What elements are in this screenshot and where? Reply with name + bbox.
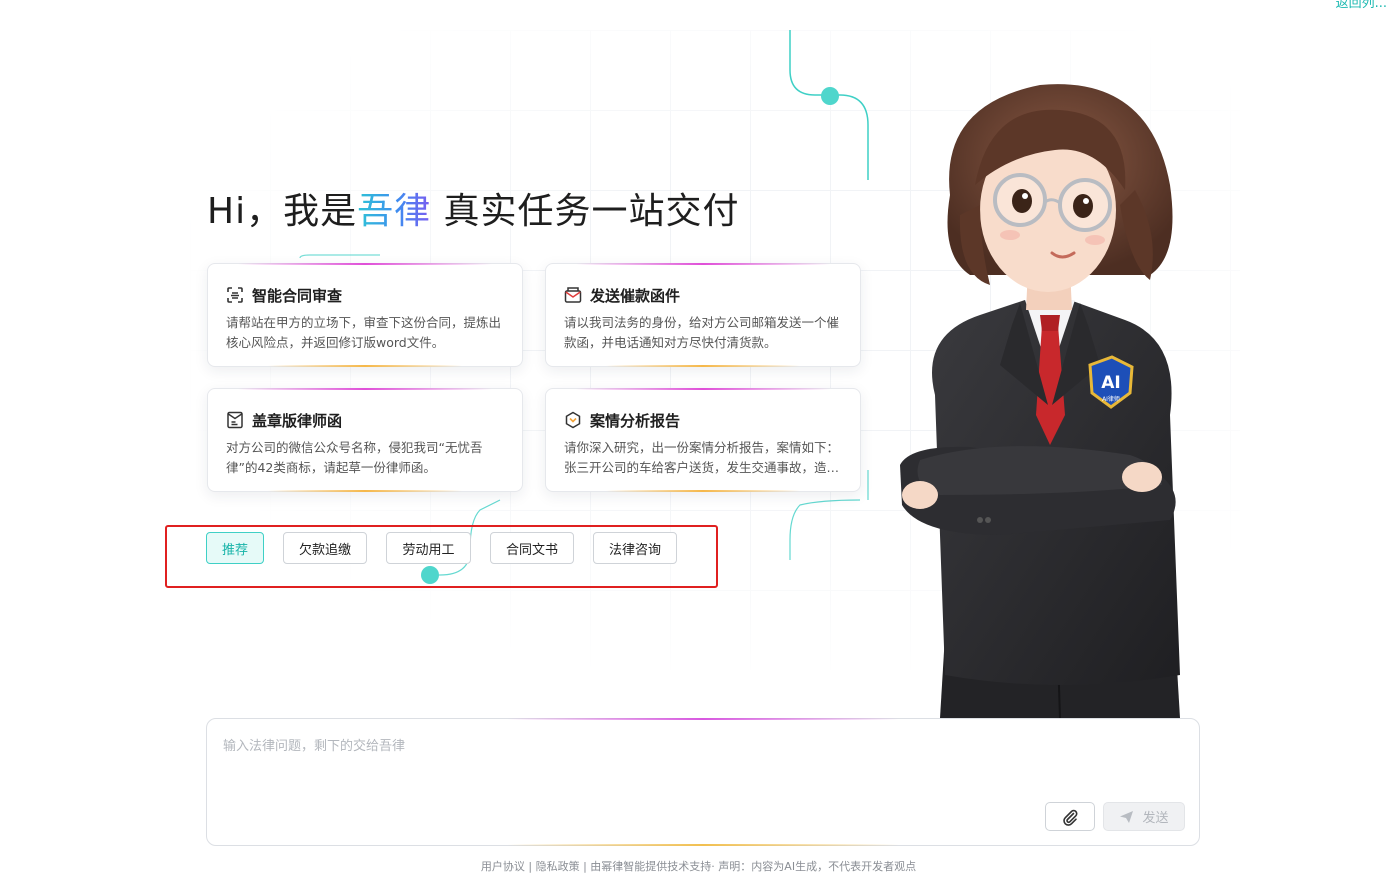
card-title: 案情分析报告 <box>590 411 681 430</box>
card-title: 盖章版律师函 <box>252 411 343 430</box>
hero-prefix: Hi，我是 <box>207 191 358 232</box>
card-description: 对方公司的微信公众号名称，侵犯我司“无忧吾律”的42类商标，请起草一份律师函。 <box>226 440 483 475</box>
stamped-letter-icon <box>227 411 243 429</box>
attach-button[interactable] <box>1045 802 1095 831</box>
badge-main-text: AI <box>1101 373 1120 393</box>
chat-input-panel: 发送 <box>206 718 1200 846</box>
top-right-link[interactable]: 返回列... <box>1336 0 1387 11</box>
send-button-label: 发送 <box>1142 811 1169 826</box>
lawyer-avatar-illustration: AI AI律师 <box>900 84 1180 718</box>
card-lawyer-letter[interactable]: 盖章版律师函 对方公司的微信公众号名称，侵犯我司“无忧吾律”的42类商标，请起草… <box>207 388 523 492</box>
mail-icon <box>564 287 582 303</box>
footer-text: 用户协议 | 隐私政策 | 由幂律智能提供技术支持· 声明：内容为AI生成，不代… <box>480 860 917 873</box>
tag-labor-employment[interactable]: 劳动用工 <box>386 532 471 564</box>
hero-title: Hi，我是吾律 真实任务一站交付 <box>207 182 740 234</box>
tag-recommended[interactable]: 推荐 <box>206 532 264 564</box>
card-description: 请帮站在甲方的立场下，审查下这份合同，提炼出核心风险点，并返回修订版word文件… <box>226 315 502 350</box>
card-description: 请你深入研究，出一份案情分析报告，案情如下： 张三开公司的车给客户送货，发生交通… <box>564 440 840 475</box>
tag-debt-collection[interactable]: 欠款追缴 <box>283 532 367 564</box>
card-title: 发送催款函件 <box>590 286 681 305</box>
scan-document-icon <box>227 287 243 303</box>
send-plane-icon <box>1120 810 1134 823</box>
hero-brand: 吾律 <box>357 191 432 232</box>
card-contract-review[interactable]: 智能合同审查 请帮站在甲方的立场下，审查下这份合同，提炼出核心风险点，并返回修订… <box>207 263 523 367</box>
tag-contract-documents[interactable]: 合同文书 <box>490 532 574 564</box>
hero-suffix: 真实任务一站交付 <box>431 191 740 232</box>
paperclip-icon <box>1063 809 1078 826</box>
card-description: 请以我司法务的身份，给对方公司邮箱发送一个催款函，并电话通知对方尽快付清货款。 <box>564 315 840 350</box>
tag-legal-consultation[interactable]: 法律咨询 <box>593 532 677 564</box>
send-button[interactable]: 发送 <box>1103 802 1185 831</box>
card-payment-letter[interactable]: 发送催款函件 请以我司法务的身份，给对方公司邮箱发送一个催款函，并电话通知对方尽… <box>545 263 861 367</box>
question-input[interactable] <box>221 733 1185 797</box>
badge-sub-text: AI律师 <box>1102 395 1120 403</box>
case-report-icon <box>565 411 581 429</box>
card-case-analysis[interactable]: 案情分析报告 请你深入研究，出一份案情分析报告，案情如下： 张三开公司的车给客户… <box>545 388 861 492</box>
card-title: 智能合同审查 <box>252 286 343 305</box>
